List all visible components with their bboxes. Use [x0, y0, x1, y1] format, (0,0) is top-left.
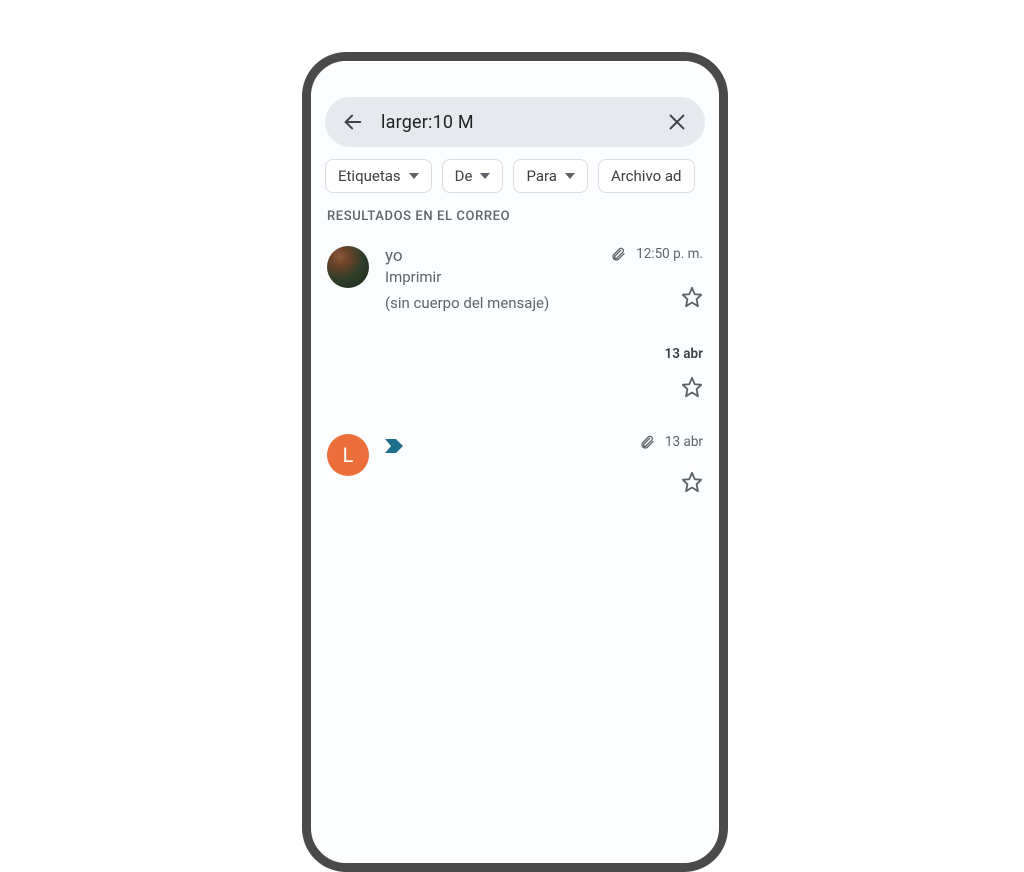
- screen: larger:10 M Etiquetas De Para Archivo ad: [311, 61, 719, 863]
- caret-down-icon: [480, 173, 490, 179]
- email-row[interactable]: yo 12:50 p. m. Imprimir (sin cuerpo del …: [311, 238, 719, 324]
- email-row[interactable]: L 13 abr: [311, 414, 719, 509]
- email-snippet: (sin cuerpo del mensaje): [385, 294, 549, 312]
- attachment-icon: [639, 434, 655, 450]
- avatar[interactable]: [327, 246, 369, 288]
- email-body: 13 abr: [385, 434, 703, 497]
- email-row[interactable]: 13 abr: [311, 324, 719, 414]
- star-icon[interactable]: [681, 376, 703, 402]
- email-date: 13 abr: [665, 346, 703, 362]
- chip-label: Archivo ad: [611, 167, 682, 185]
- email-date: 13 abr: [665, 434, 703, 450]
- caret-down-icon: [565, 173, 575, 179]
- back-arrow-icon[interactable]: [339, 108, 367, 136]
- avatar-letter: L: [343, 443, 354, 467]
- email-sender: yo: [385, 246, 403, 266]
- clear-x-icon[interactable]: [663, 108, 691, 136]
- email-body: yo 12:50 p. m. Imprimir (sin cuerpo del …: [385, 246, 703, 312]
- chip-label: De: [455, 167, 473, 185]
- chip-labels[interactable]: Etiquetas: [325, 159, 432, 193]
- email-date: 12:50 p. m.: [636, 246, 703, 262]
- chip-label: Etiquetas: [338, 167, 401, 185]
- chip-to[interactable]: Para: [513, 159, 588, 193]
- search-bar[interactable]: larger:10 M: [325, 97, 705, 147]
- attachment-icon: [610, 246, 626, 262]
- email-body: 13 abr: [385, 346, 703, 402]
- search-input-text[interactable]: larger:10 M: [381, 112, 649, 133]
- phone-frame: larger:10 M Etiquetas De Para Archivo ad: [302, 52, 728, 872]
- chip-label: Para: [526, 167, 557, 185]
- results-section-header: RESULTADOS EN EL CORREO: [311, 207, 719, 238]
- email-subject: Imprimir: [385, 268, 703, 286]
- chip-attachment[interactable]: Archivo ad: [598, 159, 695, 193]
- avatar[interactable]: L: [327, 434, 369, 476]
- star-icon[interactable]: [681, 471, 703, 497]
- filter-chips-row: Etiquetas De Para Archivo ad: [311, 159, 719, 207]
- caret-down-icon: [409, 173, 419, 179]
- chip-from[interactable]: De: [442, 159, 504, 193]
- important-marker-icon[interactable]: [385, 438, 403, 457]
- avatar: [327, 346, 369, 388]
- star-icon[interactable]: [681, 286, 703, 312]
